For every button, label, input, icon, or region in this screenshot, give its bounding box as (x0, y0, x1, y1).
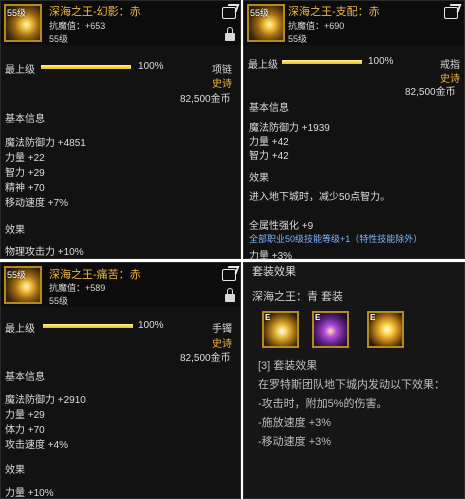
set-item-necklace-icon[interactable]: E (262, 311, 299, 348)
stat-line: 体力 +70 (5, 425, 45, 436)
stat-line: 魔法防御力 +1939 (249, 123, 330, 134)
set-name: 深海之王：青 套装 (252, 291, 344, 303)
set-bonus-line: -攻击时，附加5%的伤害。 (258, 398, 388, 410)
item-price: 82,500金币 (180, 94, 231, 105)
required-level: 55级 (49, 34, 69, 44)
grade-percent: 100% (138, 61, 164, 72)
item-price: 82,500金币 (405, 87, 456, 98)
item-rarity: 史诗 (212, 79, 232, 90)
grade-bar (41, 65, 131, 69)
stat-line: 攻击速度 +4% (5, 440, 69, 451)
effect-header: 效果 (5, 225, 25, 236)
basic-info-header: 基本信息 (5, 114, 45, 125)
required-level: 55级 (49, 296, 69, 306)
set-bonus-line: -施放速度 +3% (258, 417, 332, 429)
set-item-tag: E (265, 313, 271, 322)
basic-info-header: 基本信息 (5, 372, 45, 383)
share-icon[interactable] (222, 269, 236, 281)
item-icon[interactable]: 55级 (4, 266, 42, 304)
stat-line: 精神 +70 (5, 183, 45, 194)
item-tooltip-bracelet: 55级 深海之王-痛苦：赤 抗魔值：+589 55级 最上级 100% 手镯 史… (0, 262, 241, 499)
item-rarity: 史诗 (212, 339, 232, 350)
effect-header: 效果 (5, 465, 25, 476)
grade-percent: 100% (138, 320, 164, 331)
item-tooltip-ring: 55级 深海之王-支配：赤 抗魔值：+690 55级 最上级 100% 戒指 史… (243, 0, 465, 262)
item-name: 深海之王-幻影：赤 (49, 6, 141, 18)
stat-line: 智力 +29 (5, 168, 45, 179)
stat-line: 智力 +42 (249, 151, 289, 162)
set-bonus-desc: 在罗特斯团队地下城内发动以下效果： (258, 379, 445, 391)
magic-resist: 抗魔值：+589 (49, 283, 106, 293)
item-name: 深海之王-支配：赤 (288, 6, 380, 18)
skill-level-line: 全部职业50级技能等级+1（特性技能除外） (249, 234, 423, 244)
share-icon[interactable] (222, 7, 236, 19)
item-level-badge: 55级 (250, 8, 270, 18)
stat-line: 移动速度 +7% (5, 198, 69, 209)
item-level-badge: 55级 (7, 8, 27, 18)
set-item-ring-icon[interactable]: E (312, 311, 349, 348)
set-item-tag: E (370, 313, 376, 322)
item-slot: 项链 (212, 65, 232, 76)
required-level: 55级 (288, 34, 308, 44)
stat-line: 力量 +29 (5, 410, 45, 421)
magic-resist: 抗魔值：+690 (288, 21, 345, 31)
set-effect-title: 套装效果 (252, 266, 296, 278)
set-bonus-line: -移动速度 +3% (258, 436, 332, 448)
lock-icon[interactable] (225, 288, 235, 302)
item-price: 82,500金币 (180, 353, 231, 364)
grade-percent: 100% (368, 56, 394, 67)
tooltip-header: 55级 深海之王-支配：赤 抗魔值：+690 55级 (244, 1, 464, 45)
grade-label: 最上级 (5, 324, 35, 335)
grade-bar (43, 324, 133, 328)
set-effect-panel: 套装效果 深海之王：青 套装 E E E [3] 套装效果 在罗特斯团队地下城内… (243, 262, 465, 499)
stat-line: 力量 +22 (5, 153, 45, 164)
effect-line: 力量 +10% (5, 488, 54, 499)
tooltip-header: 55级 深海之王-痛苦：赤 抗魔值：+589 55级 (1, 263, 240, 307)
tooltip-header: 55级 深海之王-幻影：赤 抗魔值：+653 55级 (1, 1, 240, 45)
effect-header: 效果 (249, 173, 269, 184)
stat-line: 魔法防御力 +4851 (5, 138, 86, 149)
item-name: 深海之王-痛苦：赤 (49, 269, 141, 281)
item-slot: 手镯 (212, 324, 232, 335)
stat-line: 魔法防御力 +2910 (5, 395, 86, 406)
stat-line: 力量 +42 (249, 137, 289, 148)
grade-label: 最上级 (5, 65, 35, 76)
grade-bar (282, 60, 362, 64)
item-slot: 戒指 (440, 60, 460, 71)
lock-icon[interactable] (225, 27, 235, 41)
set-item-bracelet-icon[interactable]: E (367, 311, 404, 348)
effect-line: 物理攻击力 +10% (5, 247, 84, 258)
item-icon[interactable]: 55级 (247, 4, 285, 42)
item-icon[interactable]: 55级 (4, 4, 42, 42)
magic-resist: 抗魔值：+653 (49, 21, 106, 31)
item-tooltip-necklace: 55级 深海之王-幻影：赤 抗魔值：+653 55级 最上级 100% 项链 史… (0, 0, 241, 259)
item-level-badge: 55级 (7, 270, 27, 280)
effect-line: 进入地下城时，减少50点智力。 (249, 192, 391, 203)
all-attr-line: 全属性强化 +9 (249, 221, 314, 232)
basic-info-header: 基本信息 (249, 103, 289, 114)
grade-label: 最上级 (248, 60, 278, 71)
set-item-tag: E (315, 313, 321, 322)
set-bonus-header: [3] 套装效果 (258, 360, 318, 372)
extra-line: 力量 +3% (249, 251, 293, 262)
share-icon[interactable] (444, 7, 458, 19)
